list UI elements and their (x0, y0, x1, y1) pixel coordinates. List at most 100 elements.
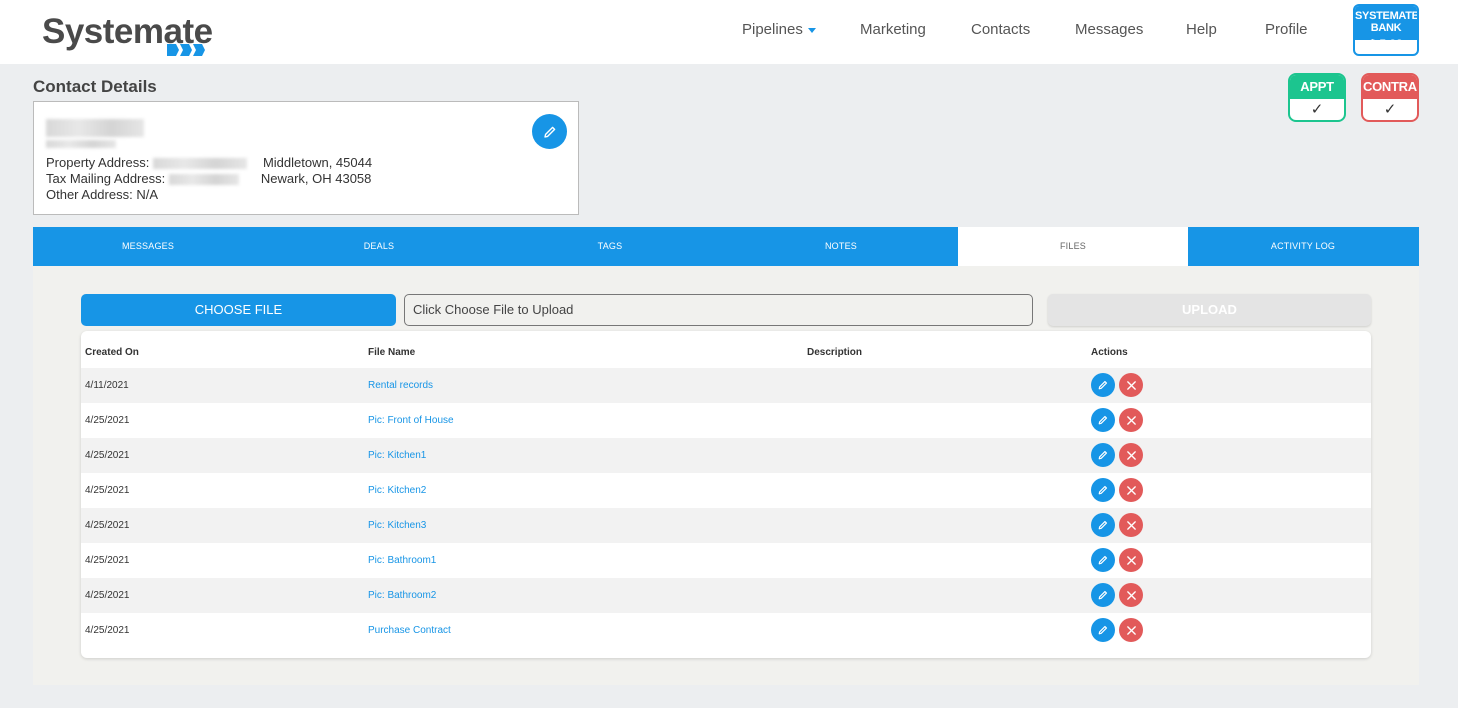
file-name-link[interactable]: Pic: Front of House (368, 415, 454, 426)
pencil-icon (1097, 414, 1109, 426)
delete-file-button[interactable] (1119, 408, 1143, 432)
file-name-link[interactable]: Pic: Bathroom1 (368, 555, 436, 566)
files-table: Created On File Name Description Actions… (81, 331, 1371, 658)
redacted-contact-name (46, 119, 144, 137)
file-name-link[interactable]: Rental records (368, 380, 433, 391)
redacted-street (168, 174, 239, 186)
appt-badge-label: APPT (1290, 75, 1344, 99)
pencil-icon (543, 126, 555, 138)
pencil-icon (1097, 624, 1109, 636)
contract-badge-label: CONTRACT (1363, 75, 1417, 99)
close-icon (1126, 485, 1137, 496)
redacted-street (152, 158, 247, 170)
nav-pipelines-label: Pipelines (742, 21, 803, 38)
tab-activity-log[interactable]: ACTIVITY LOG (1188, 227, 1418, 266)
edit-file-button[interactable] (1091, 548, 1115, 572)
edit-file-button[interactable] (1091, 513, 1115, 537)
check-icon: ✓ (1310, 101, 1324, 118)
file-name-link[interactable]: Pic: Bathroom2 (368, 590, 436, 601)
delete-file-button[interactable] (1119, 478, 1143, 502)
nav-marketing[interactable]: Marketing (860, 21, 926, 38)
systemate-bank-badge[interactable]: SYSTEMATE BANK $ 5.28 (1353, 4, 1419, 56)
delete-file-button[interactable] (1119, 513, 1143, 537)
created-on-cell: 4/25/2021 (85, 590, 130, 601)
file-name-link[interactable]: Pic: Kitchen3 (368, 520, 426, 531)
bank-title-line2: BANK (1370, 22, 1402, 34)
other-address: Other Address: N/A (46, 187, 158, 202)
tax-mailing-address: Tax Mailing Address: Newark, OH 43058 (46, 171, 371, 186)
pencil-icon (1097, 379, 1109, 391)
table-row: 4/25/2021 Pic: Kitchen3 (81, 508, 1371, 543)
bank-balance: $ 5.28 (1369, 37, 1403, 51)
header-created-on: Created On (85, 347, 139, 358)
nav-pipelines[interactable]: Pipelines (742, 21, 816, 38)
close-icon (1126, 415, 1137, 426)
nav-contacts[interactable]: Contacts (971, 21, 1030, 38)
file-name-link[interactable]: Pic: Kitchen2 (368, 485, 426, 496)
delete-file-button[interactable] (1119, 548, 1143, 572)
pencil-icon (1097, 484, 1109, 496)
close-icon (1126, 380, 1137, 391)
delete-file-button[interactable] (1119, 583, 1143, 607)
systemate-logo[interactable]: Systemate (42, 14, 213, 56)
page-title: Contact Details (33, 77, 157, 96)
edit-file-button[interactable] (1091, 478, 1115, 502)
created-on-cell: 4/25/2021 (85, 415, 130, 426)
contact-info-card: Property Address: Middletown, 45044 Tax … (33, 101, 579, 215)
tax-mailing-city: Newark, OH 43058 (260, 171, 372, 186)
choose-file-button[interactable]: CHOOSE FILE (81, 294, 396, 326)
created-on-cell: 4/25/2021 (85, 555, 130, 566)
tab-files[interactable]: FILES (958, 227, 1188, 266)
table-row: 4/25/2021 Purchase Contract (81, 613, 1371, 648)
edit-file-button[interactable] (1091, 373, 1115, 397)
created-on-cell: 4/25/2021 (85, 450, 130, 461)
table-row: 4/25/2021 Pic: Kitchen2 (81, 473, 1371, 508)
contract-status-badge[interactable]: CONTRACT ✓ (1361, 73, 1419, 122)
bank-title-line1: SYSTEMATE (1355, 10, 1419, 22)
tab-messages[interactable]: MESSAGES (33, 227, 263, 266)
tab-tags[interactable]: TAGS (495, 227, 725, 266)
close-icon (1126, 590, 1137, 601)
file-name-link[interactable]: Pic: Kitchen1 (368, 450, 426, 461)
pencil-icon (1097, 519, 1109, 531)
check-icon: ✓ (1383, 101, 1397, 118)
file-name-link[interactable]: Purchase Contract (368, 625, 451, 636)
tax-mailing-label: Tax Mailing Address: (46, 171, 169, 186)
pencil-icon (1097, 449, 1109, 461)
edit-file-button[interactable] (1091, 583, 1115, 607)
tab-deals[interactable]: DEALS (264, 227, 494, 266)
table-row: 4/25/2021 Pic: Bathroom1 (81, 543, 1371, 578)
header-file-name: File Name (368, 347, 416, 358)
edit-file-button[interactable] (1091, 443, 1115, 467)
contact-tabs: MESSAGES DEALS TAGS NOTES FILES ACTIVITY… (33, 227, 1419, 266)
property-address-city: Middletown, 45044 (262, 155, 373, 170)
created-on-cell: 4/25/2021 (85, 485, 130, 496)
pencil-icon (1097, 554, 1109, 566)
table-row: 4/25/2021 Pic: Bathroom2 (81, 578, 1371, 613)
upload-button[interactable]: UPLOAD (1048, 294, 1371, 326)
nav-help[interactable]: Help (1186, 21, 1217, 38)
table-row: 4/25/2021 Pic: Front of House (81, 403, 1371, 438)
table-row: 4/25/2021 Pic: Kitchen1 (81, 438, 1371, 473)
edit-file-button[interactable] (1091, 408, 1115, 432)
created-on-cell: 4/25/2021 (85, 625, 130, 636)
nav-profile[interactable]: Profile (1265, 21, 1308, 38)
nav-messages[interactable]: Messages (1075, 21, 1143, 38)
close-icon (1126, 520, 1137, 531)
tab-notes[interactable]: NOTES (726, 227, 956, 266)
edit-file-button[interactable] (1091, 618, 1115, 642)
close-icon (1126, 450, 1137, 461)
delete-file-button[interactable] (1119, 373, 1143, 397)
edit-contact-button[interactable] (532, 114, 567, 149)
appt-status-badge[interactable]: APPT ✓ (1288, 73, 1346, 122)
close-icon (1126, 555, 1137, 566)
file-path-input[interactable]: Click Choose File to Upload (404, 294, 1033, 326)
delete-file-button[interactable] (1119, 618, 1143, 642)
top-navbar: Systemate Pipelines Marketing Contacts M… (0, 0, 1458, 64)
redacted-phone (46, 140, 116, 148)
close-icon (1126, 625, 1137, 636)
created-on-cell: 4/11/2021 (85, 380, 129, 391)
delete-file-button[interactable] (1119, 443, 1143, 467)
header-actions: Actions (1091, 347, 1128, 358)
pencil-icon (1097, 589, 1109, 601)
